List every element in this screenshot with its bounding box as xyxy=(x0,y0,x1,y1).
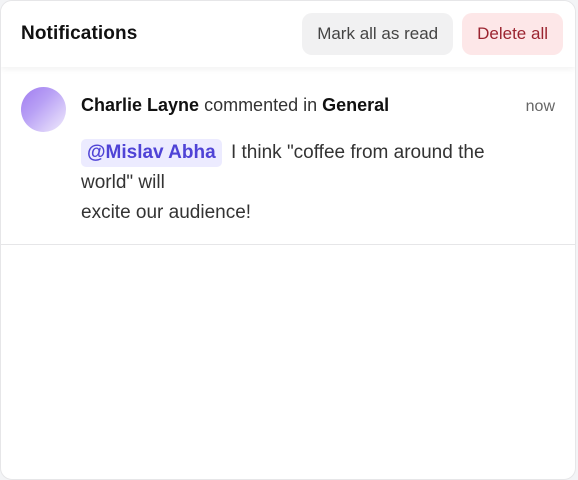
action-text: commented in xyxy=(204,95,318,115)
notification-body: Charlie Layne commented in General now @… xyxy=(81,87,555,224)
comment-line-2: excite our audience! xyxy=(81,202,252,223)
avatar xyxy=(21,87,66,132)
mark-all-read-button[interactable]: Mark all as read xyxy=(302,13,454,55)
timestamp: now xyxy=(525,98,555,115)
author-name: Charlie Layne xyxy=(81,95,200,115)
panel-header: Notifications Mark all as read Delete al… xyxy=(1,1,575,67)
notifications-panel: Notifications Mark all as read Delete al… xyxy=(0,0,576,480)
notification-headline: Charlie Layne commented in General now xyxy=(81,95,555,116)
comment-text: @Mislav Abha I think "coffee from around… xyxy=(81,138,521,198)
notification-item[interactable]: Charlie Layne commented in General now @… xyxy=(1,67,575,245)
notification-summary: Charlie Layne commented in General xyxy=(81,95,389,116)
page-title: Notifications xyxy=(21,23,138,44)
header-actions: Mark all as read Delete all xyxy=(302,13,563,55)
mention-tag[interactable]: @Mislav Abha xyxy=(81,139,222,167)
delete-all-button[interactable]: Delete all xyxy=(462,13,563,55)
channel-name: General xyxy=(322,95,390,115)
